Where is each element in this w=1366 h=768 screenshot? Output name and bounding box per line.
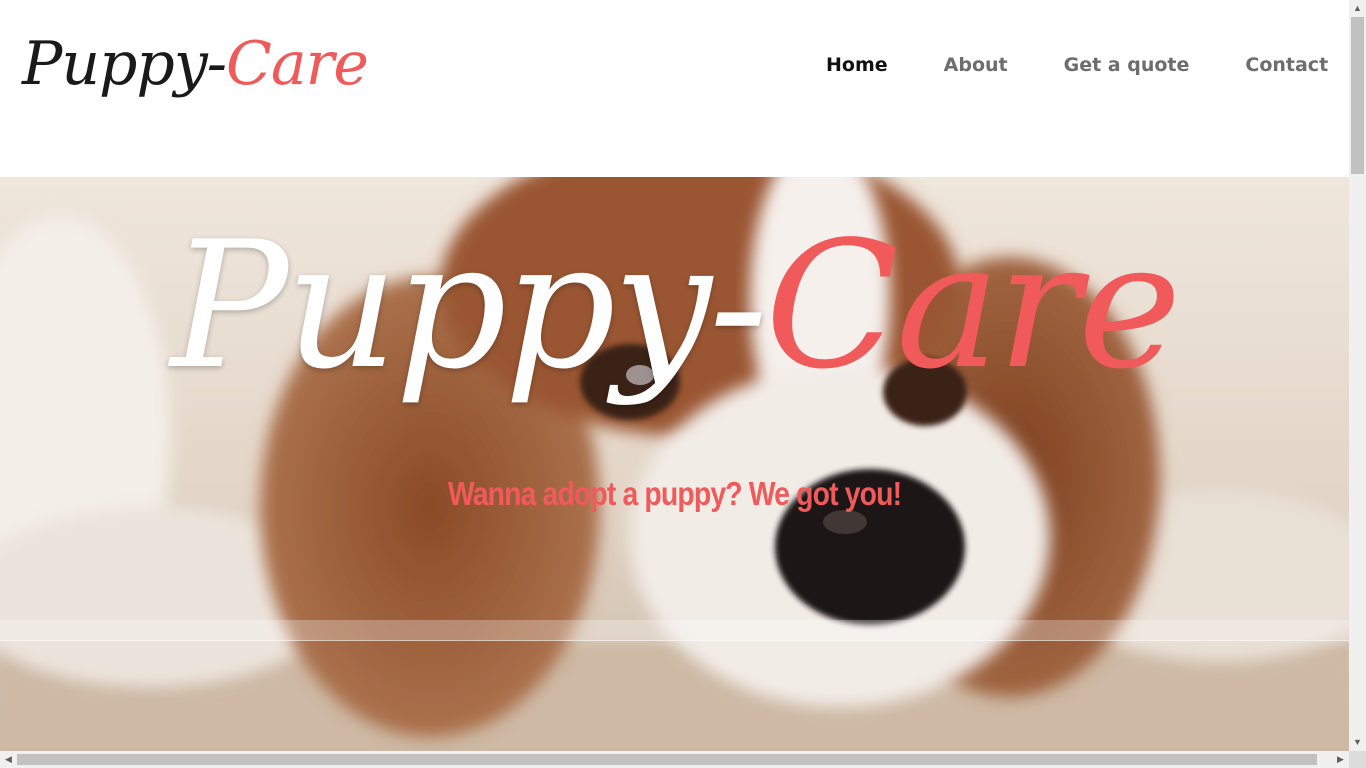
hero-overlay-band [0, 620, 1349, 641]
logo-word-care: Care [226, 29, 369, 99]
hero-tagline: Wanna adopt a puppy? We got you! [447, 475, 902, 512]
scrollbar-corner [1349, 751, 1366, 768]
nav-about-link[interactable]: About [944, 52, 1008, 78]
hero-title: Puppy-Care [0, 197, 1349, 417]
horizontal-scroll-thumb[interactable] [17, 754, 1317, 765]
scroll-down-icon[interactable]: ▼ [1349, 734, 1366, 751]
hero-title-word-puppy: Puppy- [170, 205, 768, 408]
scroll-left-icon[interactable]: ◀ [0, 751, 17, 768]
site-header: Puppy-Care Home About Get a quote Contac… [0, 0, 1349, 177]
nav-home-link[interactable]: Home [826, 52, 888, 78]
scroll-right-icon[interactable]: ▶ [1332, 751, 1349, 768]
main-nav: Home About Get a quote Contact [826, 52, 1328, 78]
nav-quote-link[interactable]: Get a quote [1064, 52, 1190, 78]
scroll-up-icon[interactable]: ▲ [1349, 0, 1366, 17]
vertical-scrollbar[interactable]: ▲ ▼ [1349, 0, 1366, 751]
nav-contact-link[interactable]: Contact [1245, 52, 1328, 78]
vertical-scroll-thumb[interactable] [1351, 17, 1364, 174]
hero-title-word-care: Care [765, 205, 1181, 408]
site-logo[interactable]: Puppy-Care [22, 24, 369, 104]
logo-word-puppy: Puppy- [22, 29, 227, 99]
horizontal-scrollbar[interactable]: ◀ ▶ [0, 751, 1349, 768]
hero-section: Puppy-Care Wanna adopt a puppy? We got y… [0, 177, 1349, 751]
